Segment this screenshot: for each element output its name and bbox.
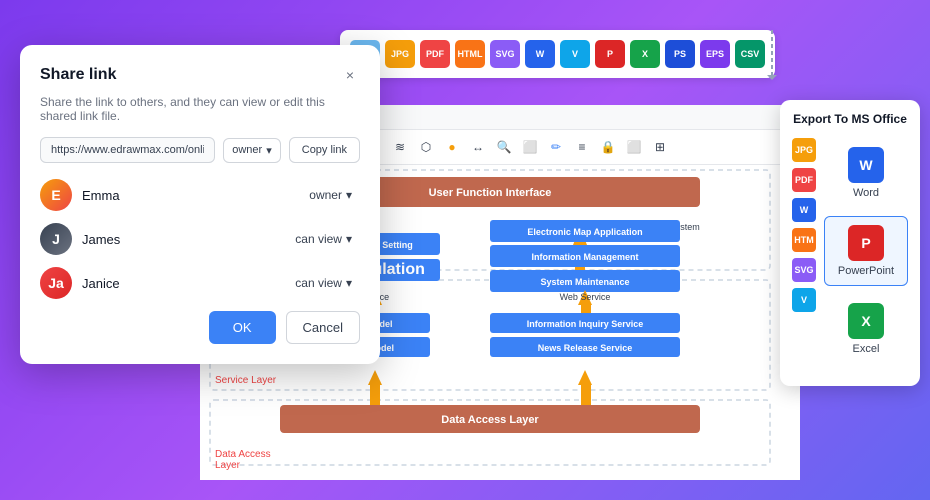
small-icon-jpg[interactable]: JPG	[792, 138, 816, 162]
small-icon-svg[interactable]: SVG	[792, 258, 816, 282]
export-word[interactable]: W Word	[824, 138, 908, 208]
owner-dropdown[interactable]: owner ▾	[223, 138, 281, 163]
export-powerpoint-label: PowerPoint	[838, 265, 894, 277]
small-icon-html[interactable]: HTM	[792, 228, 816, 252]
dialog-description: Share the link to others, and they can v…	[40, 95, 360, 123]
user-name-emma: Emma	[82, 188, 291, 203]
role-dropdown-janice[interactable]: can view ▾	[287, 272, 360, 294]
format-html[interactable]: HTML	[455, 40, 485, 68]
format-eps[interactable]: EPS	[700, 40, 730, 68]
export-excel-icon: X	[848, 303, 884, 339]
svg-text:Information Inquiry Service: Information Inquiry Service	[527, 319, 644, 329]
svg-text:Data Access: Data Access	[215, 449, 271, 460]
format-svg[interactable]: SVG	[490, 40, 520, 68]
export-small-icons: JPG PDF W HTM SVG V	[792, 138, 816, 364]
export-word-label: Word	[853, 187, 879, 199]
connector-arrow	[762, 30, 782, 80]
format-buttons-row: TIFF JPG PDF HTML SVG W V P X PS EPS CSV	[340, 30, 775, 78]
ok-button[interactable]: OK	[209, 311, 276, 344]
format-word[interactable]: W	[525, 40, 555, 68]
copy-link-button[interactable]: Copy link	[289, 137, 360, 163]
format-excel[interactable]: X	[630, 40, 660, 68]
user-name-janice: Janice	[82, 276, 277, 291]
svg-text:Information Management: Information Management	[531, 252, 638, 262]
export-left-icons: JPG PDF W HTM SVG V W Word P PowerPoint …	[792, 138, 908, 364]
role-dropdown-emma[interactable]: owner ▾	[301, 184, 360, 206]
avatar-james: J	[40, 223, 72, 255]
tool-pen[interactable]: ✏	[546, 137, 566, 157]
tool-lines[interactable]: ≡	[572, 137, 592, 157]
export-panel: Export To MS Office JPG PDF W HTM SVG V …	[780, 100, 920, 386]
dialog-header: Share link ×	[40, 65, 360, 85]
link-input[interactable]	[40, 137, 215, 163]
avatar-janice: Ja	[40, 267, 72, 299]
tool-search[interactable]: 🔍	[494, 137, 514, 157]
svg-text:Data Access Layer: Data Access Layer	[441, 414, 539, 426]
tool-hex[interactable]: ⬡	[416, 137, 436, 157]
format-ps[interactable]: PS	[665, 40, 695, 68]
user-name-james: James	[82, 232, 277, 247]
svg-text:News Release Service: News Release Service	[538, 343, 633, 353]
export-excel-label: Excel	[853, 343, 880, 355]
export-panel-title: Export To MS Office	[792, 112, 908, 126]
role-dropdown-james[interactable]: can view ▾	[287, 228, 360, 250]
export-powerpoint-icon: P	[848, 225, 884, 261]
format-powerpoint[interactable]: P	[595, 40, 625, 68]
svg-text:Web Service: Web Service	[560, 292, 611, 302]
tool-more[interactable]: ⊞	[650, 137, 670, 157]
format-csv[interactable]: CSV	[735, 40, 765, 68]
small-icon-pdf[interactable]: PDF	[792, 168, 816, 192]
small-icon-w[interactable]: W	[792, 198, 816, 222]
dialog-footer: OK Cancel	[40, 311, 360, 344]
user-row-james: J James can view ▾	[40, 223, 360, 255]
svg-text:Service Layer: Service Layer	[215, 375, 277, 386]
tool-connect[interactable]: ↔	[468, 137, 488, 157]
tool-wave[interactable]: ≋	[390, 137, 410, 157]
export-main-items: W Word P PowerPoint X Excel	[824, 138, 908, 364]
export-word-icon: W	[848, 147, 884, 183]
avatar-emma: E	[40, 179, 72, 211]
export-powerpoint[interactable]: P PowerPoint	[824, 216, 908, 286]
format-pdf[interactable]: PDF	[420, 40, 450, 68]
dialog-title: Share link	[40, 66, 116, 84]
link-row: owner ▾ Copy link	[40, 137, 360, 163]
tool-grid[interactable]: ⬜	[624, 137, 644, 157]
tool-color[interactable]: ●	[442, 137, 462, 157]
tool-box[interactable]: ⬜	[520, 137, 540, 157]
format-v[interactable]: V	[560, 40, 590, 68]
share-dialog: Share link × Share the link to others, a…	[20, 45, 380, 364]
user-row-janice: Ja Janice can view ▾	[40, 267, 360, 299]
cancel-button[interactable]: Cancel	[286, 311, 360, 344]
format-jpg[interactable]: JPG	[385, 40, 415, 68]
tool-lock[interactable]: 🔒	[598, 137, 618, 157]
svg-text:Layer: Layer	[215, 460, 241, 471]
small-icon-v[interactable]: V	[792, 288, 816, 312]
svg-text:Electronic Map Application: Electronic Map Application	[527, 227, 642, 237]
svg-text:System Maintenance: System Maintenance	[540, 277, 629, 287]
user-row-emma: E Emma owner ▾	[40, 179, 360, 211]
close-button[interactable]: ×	[340, 65, 360, 85]
svg-text:User Function Interface: User Function Interface	[429, 187, 552, 199]
export-excel[interactable]: X Excel	[824, 294, 908, 364]
